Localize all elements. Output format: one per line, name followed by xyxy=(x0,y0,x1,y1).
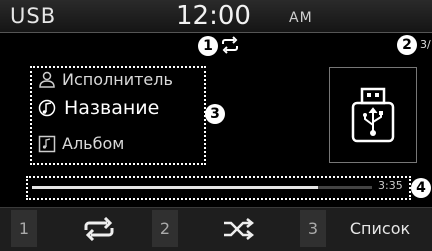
softkey-1-number: 1 xyxy=(11,210,37,247)
shuffle-button[interactable] xyxy=(180,210,298,247)
album-icon xyxy=(38,135,56,152)
artist-label: Исполнитель xyxy=(62,70,173,89)
repeat-status-icon xyxy=(222,36,238,54)
list-button[interactable]: Список xyxy=(328,210,432,247)
album-label: Альбом xyxy=(62,134,125,153)
repeat-button[interactable] xyxy=(40,210,158,247)
callout-2: 2 xyxy=(397,35,417,55)
clock-time: 12:00 xyxy=(176,1,251,31)
person-icon xyxy=(39,71,55,88)
softkey-2-number: 2 xyxy=(152,210,178,247)
album-art xyxy=(329,67,417,163)
source-label: USB xyxy=(10,4,57,28)
progress-bar[interactable] xyxy=(32,186,372,189)
album-row: Альбом xyxy=(38,134,124,153)
shuffle-icon xyxy=(224,217,255,240)
progress-fill xyxy=(32,186,318,189)
track-count: 3/ xyxy=(420,38,431,51)
artist-row: Исполнитель xyxy=(38,70,173,89)
list-button-label: Список xyxy=(349,219,411,238)
usb-drive-icon xyxy=(351,87,395,143)
title-label: Название xyxy=(64,97,160,119)
callout-3: 3 xyxy=(205,104,225,124)
callout-1: 1 xyxy=(198,36,218,56)
softkey-3-number: 3 xyxy=(300,210,326,247)
clock-ampm: AM xyxy=(289,10,313,26)
callout-4: 4 xyxy=(411,178,431,198)
repeat-icon xyxy=(84,216,114,241)
music-note-icon xyxy=(38,99,56,117)
title-row: Название xyxy=(38,97,159,119)
elapsed-time: 3:35 xyxy=(378,179,403,192)
